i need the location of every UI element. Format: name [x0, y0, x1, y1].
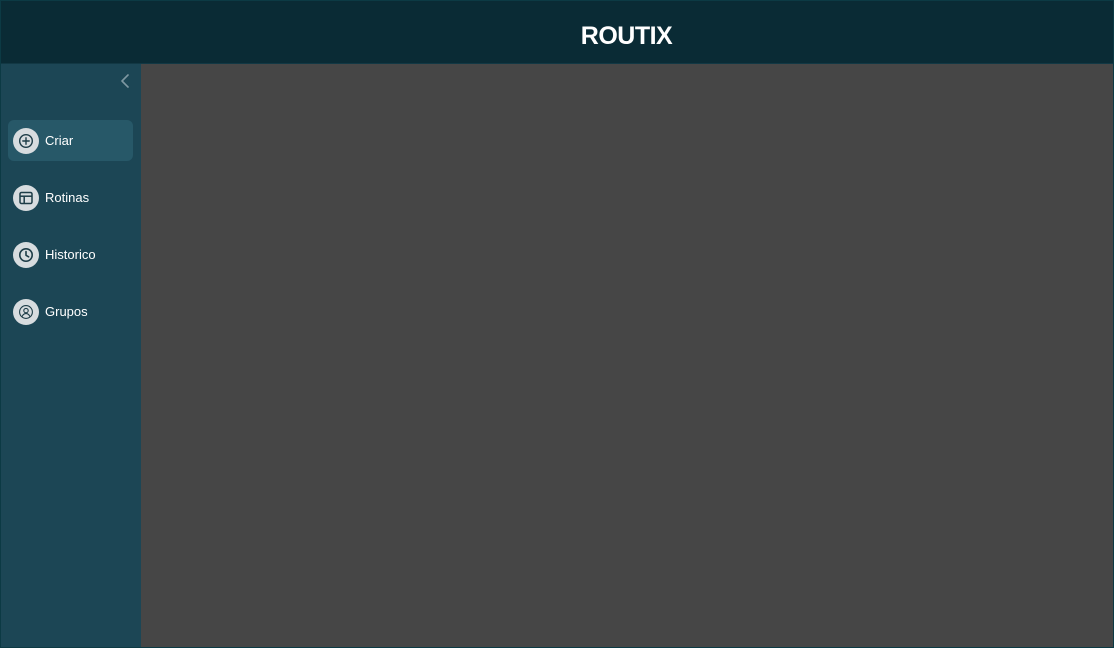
app-header: ROUTIX	[1, 1, 1113, 64]
chevron-left-icon[interactable]	[117, 72, 135, 90]
plus-circle-icon	[13, 128, 39, 154]
sidebar: Criar Rotinas Historico Grupos	[1, 64, 141, 647]
sidebar-item-label: Grupos	[45, 304, 88, 319]
sidebar-item-historico[interactable]: Historico	[8, 234, 133, 275]
sidebar-item-grupos[interactable]: Grupos	[8, 291, 133, 332]
main-content-area	[141, 64, 1113, 647]
user-circle-icon	[13, 299, 39, 325]
app-window: ROUTIX Criar Rotinas Historico Grupos	[0, 0, 1114, 648]
sidebar-item-criar[interactable]: Criar	[8, 120, 133, 161]
clock-icon	[13, 242, 39, 268]
sidebar-item-rotinas[interactable]: Rotinas	[8, 177, 133, 218]
app-title: ROUTIX	[580, 22, 673, 50]
table-layout-icon	[13, 185, 39, 211]
sidebar-item-label: Criar	[45, 133, 74, 148]
sidebar-item-label: Rotinas	[45, 190, 90, 205]
sidebar-item-label: Historico	[45, 247, 96, 262]
